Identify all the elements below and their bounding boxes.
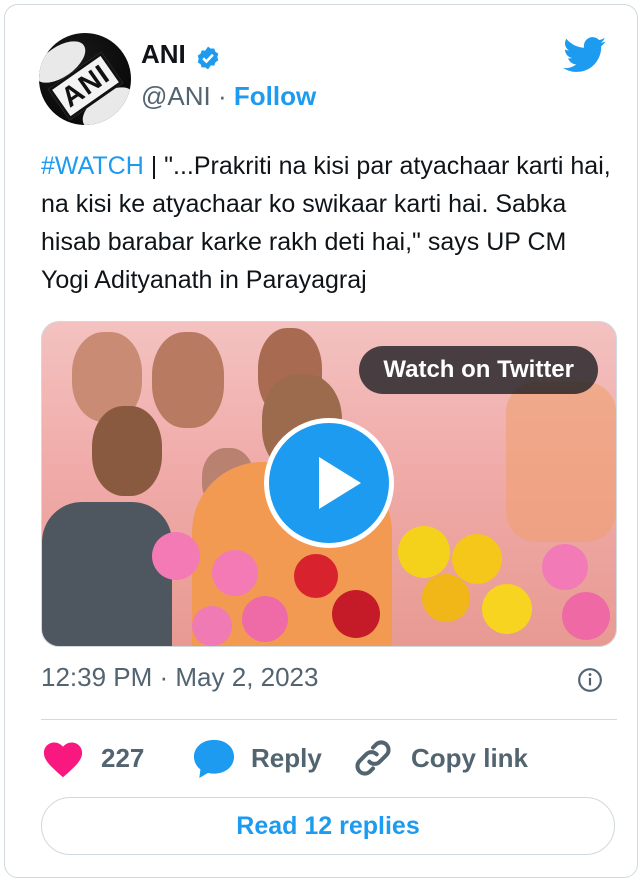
like-button[interactable]: 227 (41, 733, 144, 783)
flower (242, 596, 288, 642)
watch-on-twitter-button[interactable]: Watch on Twitter (359, 346, 598, 394)
flower (422, 574, 470, 622)
separator-dot: · (217, 81, 227, 111)
flower (452, 534, 502, 584)
like-count: 227 (101, 742, 145, 773)
tweet-timestamp[interactable]: 12:39 PM · May 2, 2023 (41, 662, 318, 693)
guard-face (92, 406, 162, 496)
video-thumbnail[interactable]: Watch on Twitter (41, 321, 617, 647)
author-handle-row: @ANI · Follow (141, 81, 316, 112)
follow-button[interactable]: Follow (234, 81, 316, 111)
divider (41, 719, 617, 720)
background-blur-figure (506, 382, 616, 542)
flower (482, 584, 532, 634)
author-avatar[interactable]: ANI (39, 33, 131, 125)
copy-link-button[interactable]: Copy link (351, 733, 528, 783)
action-bar: 227 Reply Copy link (41, 733, 617, 783)
guard-uniform (42, 502, 172, 646)
flower (212, 550, 258, 596)
verified-badge-icon (197, 46, 219, 70)
author-name[interactable]: ANI (141, 39, 186, 70)
play-icon[interactable] (264, 418, 394, 548)
heart-icon (43, 742, 83, 778)
flower (398, 526, 450, 578)
flower (294, 554, 338, 598)
poster-face (152, 332, 224, 428)
info-icon[interactable] (577, 667, 603, 693)
tweet-text: #WATCH | "...Prakriti na kisi par atyach… (41, 147, 611, 299)
read-replies-button[interactable]: Read 12 replies (41, 797, 615, 855)
reply-button[interactable]: Reply (191, 733, 322, 783)
flower (192, 606, 232, 646)
flower (542, 544, 588, 590)
twitter-bird-icon[interactable] (563, 37, 607, 73)
flower (152, 532, 200, 580)
reply-label: Reply (251, 742, 322, 773)
author-handle[interactable]: @ANI (141, 81, 211, 111)
link-icon (355, 740, 391, 776)
flower (332, 590, 380, 638)
hashtag-link[interactable]: #WATCH (41, 152, 144, 180)
tweet-card: ANI ANI @ANI · Follow #WATCH | "...Prakr… (4, 4, 638, 878)
flower (562, 592, 610, 640)
reply-bubble-icon (193, 739, 235, 779)
copy-link-label: Copy link (411, 742, 529, 773)
